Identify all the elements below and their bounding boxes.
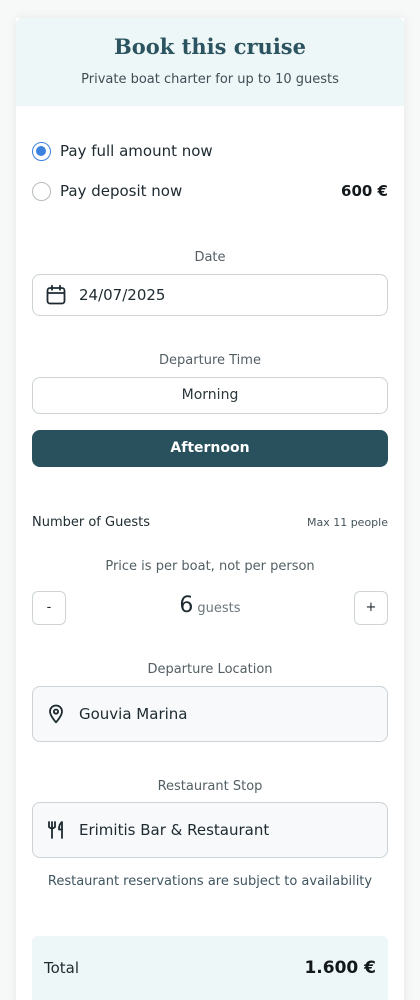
guests-max: Max 11 people — [306, 516, 388, 529]
payment-option-full-label: Pay full amount now — [60, 142, 213, 160]
date-value: 24/07/2025 — [79, 286, 166, 304]
radio-deposit[interactable] — [32, 181, 51, 201]
guest-count-unit: guests — [197, 601, 241, 616]
increment-guests-button[interactable]: + — [354, 591, 388, 625]
time-option-afternoon[interactable]: Afternoon — [32, 430, 388, 467]
page-subtitle: Private boat charter for up to 10 guests — [81, 72, 339, 87]
guest-count: 6 guests — [16, 593, 404, 618]
map-pin-icon — [45, 703, 67, 725]
total-box: Total 1.600 € — [32, 936, 388, 1000]
date-field[interactable]: 24/07/2025 — [32, 274, 388, 316]
radio-full-checked[interactable] — [32, 141, 51, 161]
payment-option-full[interactable]: Pay full amount now — [32, 140, 388, 162]
departure-time-label: Departure Time — [159, 353, 261, 368]
payment-option-deposit-label: Pay deposit now — [60, 182, 183, 200]
departure-location-label: Departure Location — [147, 662, 273, 677]
total-value: 1.600 € — [304, 958, 376, 978]
payment-option-deposit[interactable]: Pay deposit now 600 € — [32, 180, 388, 202]
date-label: Date — [194, 250, 226, 265]
booking-header: Book this cruise Private boat charter fo… — [16, 18, 404, 106]
restaurant-stop-field[interactable]: Erimitis Bar & Restaurant — [32, 802, 388, 858]
price-note: Price is per boat, not per person — [105, 559, 315, 574]
calendar-icon — [45, 284, 67, 306]
deposit-amount: 600 € — [341, 182, 388, 200]
time-option-morning[interactable]: Morning — [32, 377, 388, 414]
restaurant-stop-label: Restaurant Stop — [157, 779, 263, 794]
departure-location-field[interactable]: Gouvia Marina — [32, 686, 388, 742]
page-title: Book this cruise — [114, 34, 306, 59]
restaurant-note: Restaurant reservations are subject to a… — [47, 874, 373, 889]
guests-label: Number of Guests — [32, 515, 150, 530]
restaurant-stop-value: Erimitis Bar & Restaurant — [79, 821, 270, 839]
departure-location-value: Gouvia Marina — [79, 705, 188, 723]
fork-knife-icon — [45, 819, 67, 841]
total-label: Total — [44, 959, 80, 977]
guest-count-value: 6 — [179, 593, 194, 618]
booking-card: Book this cruise Private boat charter fo… — [16, 18, 404, 1000]
